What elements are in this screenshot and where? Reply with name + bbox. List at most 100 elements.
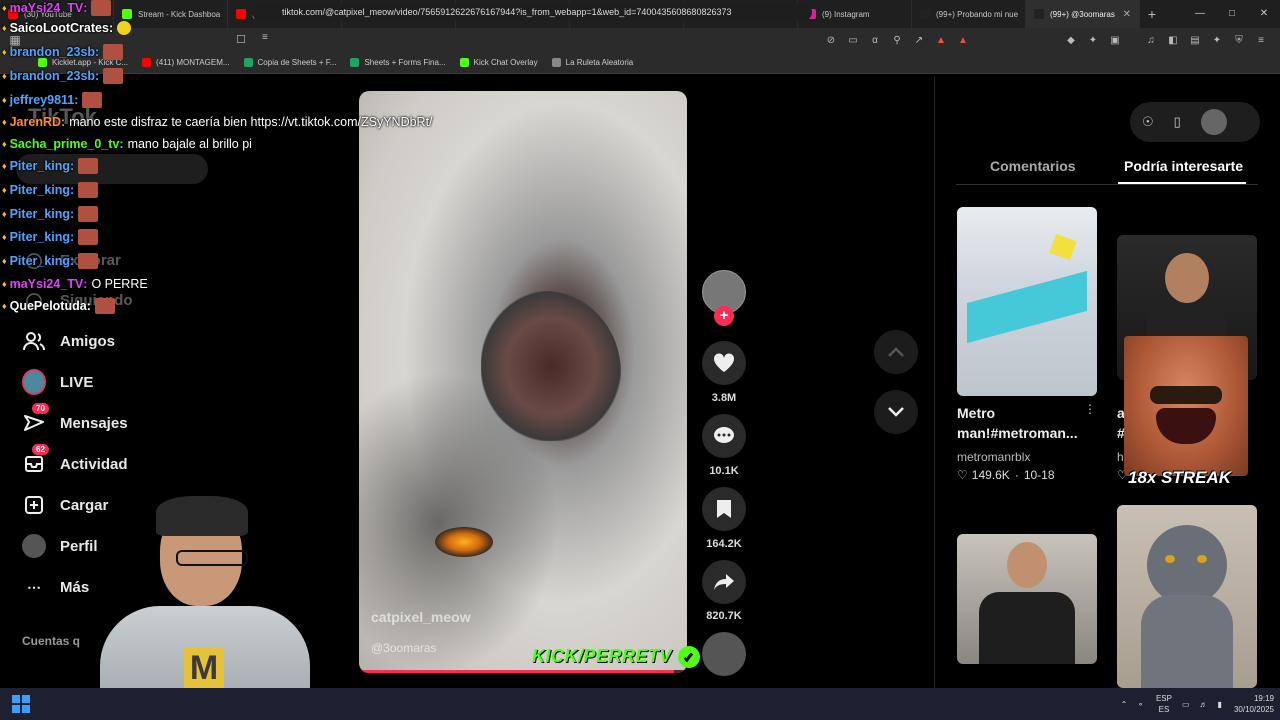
system-tray: ⌃ ⚬ ESP ES ▭ ♬ ▮ 19:19 30/10/2025: [1111, 688, 1274, 720]
url-text: tiktok.com/@catpixel_meow/video/75659126…: [282, 7, 732, 17]
user-avatar[interactable]: [1200, 109, 1227, 135]
follow-button[interactable]: +: [714, 306, 734, 326]
reader-icon[interactable]: ⊘: [820, 35, 842, 46]
chat-emote-icon: [103, 44, 124, 60]
clock[interactable]: 19:19 30/10/2025: [1234, 693, 1274, 715]
chat-message: ♦ JarenRD: mano este disfraz te caería bie…: [2, 115, 433, 129]
menu-icon[interactable]: ≡: [1250, 35, 1272, 46]
bookmark-item[interactable]: Sheets + Forms Fina...: [350, 58, 446, 67]
language-indicator[interactable]: ESP ES: [1156, 693, 1172, 715]
more-options-icon[interactable]: ⋮: [1084, 402, 1096, 416]
heart-outline-icon: ♡: [957, 468, 968, 482]
nav-amigos[interactable]: Amigos: [22, 329, 115, 353]
previous-video-button[interactable]: [874, 330, 918, 374]
close-window-icon[interactable]: ✕: [1248, 0, 1280, 28]
nav-actividad[interactable]: 62 Actividad: [22, 444, 128, 476]
tab-label: (9) Instagram: [822, 9, 870, 19]
share-button[interactable]: [702, 560, 746, 604]
bookmark-item[interactable]: Kick Chat Overlay: [459, 58, 538, 67]
video-author[interactable]: catpixel_meow: [371, 609, 471, 625]
chat-emote-icon: [82, 92, 103, 108]
bookmark-item[interactable]: Copia de Sheets + F...: [243, 58, 336, 67]
bookmark-item[interactable]: La Ruleta Aleatoria: [551, 58, 633, 67]
site-info-icon[interactable]: ≡: [262, 32, 268, 43]
bookmark-item[interactable]: (411) MONTAGEM...: [142, 58, 230, 67]
video-player[interactable]: catpixel_meow @3oomaras: [359, 91, 687, 673]
brave-icon[interactable]: ▲: [930, 35, 952, 46]
browser-tab[interactable]: (99+) @3oomaras ✕: [1026, 0, 1140, 28]
microphone-icon[interactable]: ⚬: [1137, 700, 1144, 709]
streak-emote: [1124, 336, 1248, 476]
share-icon[interactable]: ↗: [908, 35, 930, 46]
browser-tab[interactable]: (9) Instagram: [798, 0, 912, 28]
like-button[interactable]: [702, 341, 746, 385]
music-disc-avatar[interactable]: [702, 632, 746, 676]
chat-badge-icon: ♦: [2, 23, 7, 33]
ai-icon[interactable]: ✦: [1206, 35, 1228, 46]
compass-icon[interactable]: ☉: [1142, 114, 1154, 130]
wallet2-icon[interactable]: ▤: [1184, 35, 1206, 46]
suggested-video-4[interactable]: [1117, 505, 1257, 688]
screen-icon[interactable]: ▭: [842, 35, 864, 46]
chat-badge-icon: ♦: [2, 95, 7, 105]
next-video-button[interactable]: [874, 390, 918, 434]
puzzle-icon[interactable]: ✦: [1082, 35, 1104, 46]
top-right-pill: ☉ ▯: [1130, 102, 1260, 142]
chat-text: mano este disfraz te caería bien https:/…: [69, 115, 433, 129]
nav-live[interactable]: LIVE: [22, 369, 93, 395]
messages-badge: 70: [32, 403, 49, 414]
chat-badge-icon: ♦: [2, 256, 7, 266]
bookmark-star-icon[interactable]: ☐: [236, 33, 246, 46]
verified-icon: ✓: [677, 646, 700, 668]
streamer-webcam: M: [60, 488, 350, 688]
streak-label: 18x STREAK: [1128, 468, 1231, 487]
tab-comentarios[interactable]: Comentarios: [990, 158, 1076, 174]
suggested-video-1-user[interactable]: metromanrblx: [957, 450, 1030, 464]
chat-emote-icon: [78, 206, 99, 222]
windows-start-icon[interactable]: [12, 695, 30, 713]
sidebar-toggle-icon[interactable]: ◧: [1162, 35, 1184, 46]
suggested-video-1-title[interactable]: Metro man!#metroman...: [957, 403, 1093, 443]
chat-text: O PERRE: [91, 277, 148, 291]
chat-username: jeffrey9811: [9, 93, 75, 107]
chat-badge-icon: ♦: [2, 117, 7, 127]
tray-chevron-icon[interactable]: ⌃: [1121, 700, 1128, 709]
url-input[interactable]: tiktok.com/@catpixel_meow/video/75659126…: [252, 3, 812, 21]
window-controls: — □ ✕: [1184, 0, 1280, 28]
save-button[interactable]: [702, 487, 746, 531]
chat-message: ♦ jeffrey9811:: [2, 92, 103, 108]
tab-favicon-icon: [920, 9, 930, 19]
chat-badge-icon: ♦: [2, 3, 7, 13]
media-icon[interactable]: ♫: [1140, 35, 1162, 46]
zoom-icon[interactable]: ⚲: [886, 35, 908, 46]
tab-podria-interesarte[interactable]: Podría interesarte: [1124, 158, 1243, 174]
wallet-icon[interactable]: ▣: [1104, 35, 1126, 46]
monitor-icon[interactable]: ▭: [1182, 700, 1190, 709]
browser-tab[interactable]: (99+) Probando mi nue: [912, 0, 1026, 28]
tab-favicon-icon: [236, 9, 246, 19]
comments-button[interactable]: [702, 414, 746, 458]
shield-icon[interactable]: ⛨: [1228, 35, 1250, 46]
heart-icon: [713, 353, 735, 372]
close-tab-icon[interactable]: ✕: [1123, 9, 1131, 20]
chat-username: Piter_king: [9, 183, 71, 197]
likes-count: 3.8M: [711, 392, 737, 404]
new-tab-button[interactable]: +: [1140, 6, 1164, 22]
suggested-video-3[interactable]: [957, 534, 1097, 664]
chat-emote-icon: [78, 253, 99, 269]
battery-icon[interactable]: ▮: [1218, 700, 1222, 709]
maximize-icon[interactable]: □: [1216, 0, 1248, 28]
chat-username: Piter_king: [9, 159, 71, 173]
nav-mensajes[interactable]: 70 Mensajes: [22, 403, 128, 435]
video-progress[interactable]: [359, 670, 687, 673]
chat-message: ♦ Piter_king:: [2, 206, 99, 222]
translate-icon[interactable]: α: [864, 35, 886, 46]
minimize-icon[interactable]: —: [1184, 0, 1216, 28]
phone-icon[interactable]: ▯: [1174, 114, 1181, 130]
chat-badge-icon: ♦: [2, 301, 7, 311]
volume-icon[interactable]: ♬: [1200, 700, 1208, 709]
rewards-icon[interactable]: ▲: [952, 35, 974, 46]
extension-icon[interactable]: ◆: [1060, 35, 1082, 46]
chat-emote-icon: [78, 158, 99, 174]
suggested-video-1[interactable]: [957, 207, 1097, 396]
